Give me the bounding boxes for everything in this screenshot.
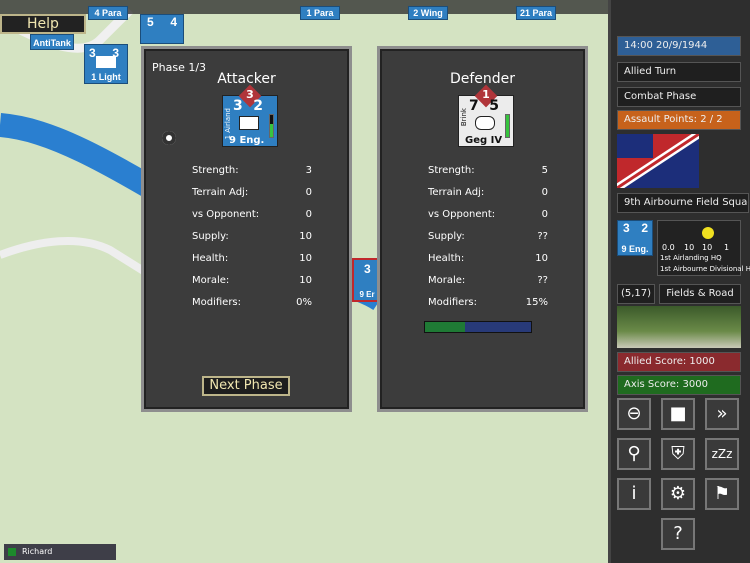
axis-score: Axis Score: 3000 [617,375,741,395]
map-unit-counter[interactable]: 3 3 1 Light [84,44,128,84]
date-time: 14:00 20/9/1944 [617,36,741,56]
allied-score: Allied Score: 1000 [617,352,741,372]
map-unit-counter[interactable]: 21 Para [516,6,556,20]
map-unit-counter[interactable]: AntiTank [30,34,74,50]
map-unit-counter[interactable]: 5 4 [140,14,184,44]
attacker-unit-counter: 3 32 1 Airland 9 Eng. [222,84,278,147]
stat-row: Morale:?? [428,275,548,286]
unit-name: 9th Airbourne Field Squadron [617,193,749,213]
stat-row: vs Opponent: 0 [428,209,548,220]
shovel-button[interactable]: ⚲ [617,438,651,470]
road [0,237,153,279]
stat-row: Strength: 5 [428,165,548,176]
stat-row: Supply:?? [428,231,548,242]
map-unit-counter[interactable]: 4 Para [88,6,128,20]
phase-label: Combat Phase [617,87,741,107]
flag-button[interactable]: ⚑ [705,478,739,510]
box-button[interactable]: ■ [661,398,695,430]
info-sidebar: 14:00 20/9/1944 Allied Turn Combat Phase… [608,0,750,563]
defender-title: Defender [449,71,516,87]
stat-row: Terrain Adj: 0 [428,187,548,198]
shield-button[interactable]: ⛨ [661,438,695,470]
stat-row: Modifiers: 15% [428,297,548,308]
hex-coordinates: (5,17) [617,284,655,304]
info-button[interactable]: i [617,478,651,510]
player-color-icon [8,548,16,556]
stat-row: Modifiers: 0% [192,297,312,308]
armor-icon [475,116,495,130]
attacker-stats: Strength: 3 Terrain Adj: 0 vs Opponent: 0 Supp… [192,165,312,319]
sleep-button[interactable]: zZz [705,438,739,470]
infantry-icon [96,56,116,69]
player-tag: Richard [4,544,116,560]
stat-row: Morale: 10 [192,275,312,286]
assault-points: Assault Points: 2 / 2 [617,110,741,130]
stat-row: Supply: 10 [192,231,312,242]
smiley-icon [702,227,714,239]
stat-row: vs Opponent: 0 [192,209,312,220]
selected-unit-counter[interactable]: 3 2 9 Eng. [617,220,653,256]
terrain-type: Fields & Road [659,284,741,304]
stat-row: Health: 10 [428,253,548,264]
allied-flag-icon [617,134,699,188]
fast-forward-button[interactable]: » [705,398,739,430]
settings-gear-button[interactable]: ⚙ [661,478,695,510]
stat-row: Health: 10 [192,253,312,264]
defender-panel: Defender 1 75 Brink Geg IV Strength: 5 Ter… [377,46,588,412]
defender-stats: Strength: 5 Terrain Adj: 0 vs Opponent: 0 Supp… [428,165,548,319]
help-question-button[interactable]: ? [661,518,695,550]
attacker-title: Attacker [217,71,276,87]
help-button[interactable]: Help [0,14,86,34]
map-unit-counter[interactable]: 2 Wing [408,6,448,20]
stat-row: Terrain Adj: 0 [192,187,312,198]
stat-row: Strength: 3 [192,165,312,176]
unit-stats-box: 0.0 10 10 1 1st Airlanding HQ 1st Airbou… [657,220,750,276]
engineer-icon [239,116,259,130]
combat-odds-bar [424,321,532,333]
defender-unit-counter: 1 75 Brink Geg IV [458,84,514,147]
supply-button[interactable]: ⊖ [617,398,651,430]
turn-label: Allied Turn [617,62,741,82]
map-unit-counter[interactable]: 1 Para [300,6,340,20]
attacker-panel: Phase 1/3 Attacker 3 32 1 Airland 9 Eng.… [141,46,352,412]
next-phase-button[interactable]: Next Phase [202,376,290,396]
bullet-hole-icon [162,131,176,145]
terrain-photo [617,306,741,348]
